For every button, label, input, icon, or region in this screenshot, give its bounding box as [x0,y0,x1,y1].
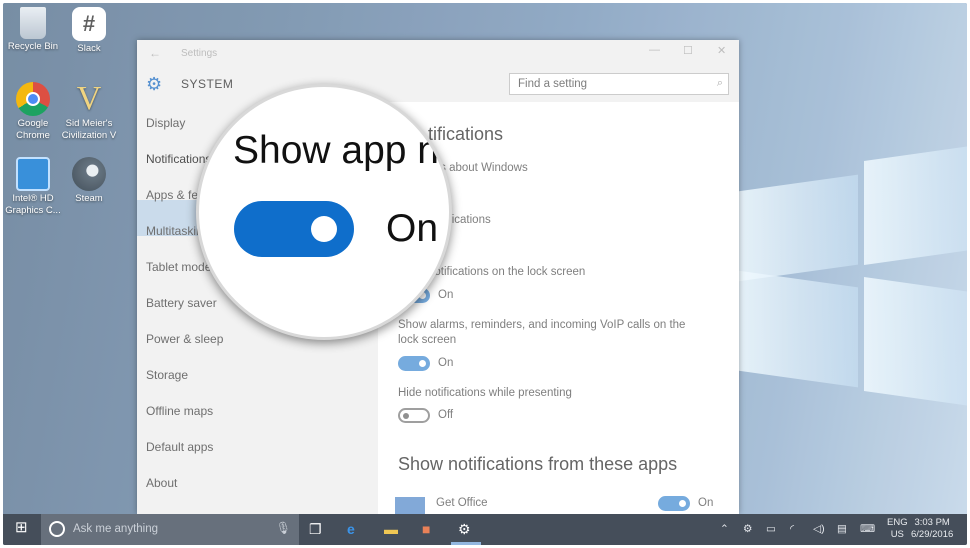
task-view-icon[interactable]: ❐ [309,521,322,537]
desktop-icon-label: Recycle Bin [7,41,59,52]
start-windows-icon[interactable]: ⊞ [15,520,28,536]
setting-state: On [438,357,454,369]
apps-section-heading: Show notifications from these apps [398,454,678,474]
clock[interactable]: 3:03 PM 6/29/2016 [911,517,953,541]
title-bar: ← Settings — ☐ ✕ [137,40,739,66]
settings-gear-icon[interactable]: ⚙ [458,521,471,537]
office-icon [395,497,425,514]
region-code: US [890,529,904,540]
desktop-icon-label: Sid Meier's Civilization V [61,118,117,141]
active-app-indicator [451,542,481,545]
app-name: Get Office [436,497,488,509]
microphone-icon[interactable]: 🎙 [276,521,291,535]
nav-item-display[interactable]: Display [146,116,185,130]
wifi-icon[interactable]: ◜ [790,523,794,535]
nav-item-about[interactable]: About [146,476,177,490]
alarms-toggle[interactable] [398,356,430,371]
nav-item-battery-saver[interactable]: Battery saver [146,296,217,310]
desktop-icon-slack[interactable]: # Slack [57,7,121,55]
nav-item-offline-maps[interactable]: Offline maps [146,404,213,418]
maximize-icon[interactable]: ☐ [683,44,693,57]
nav-item-storage[interactable]: Storage [146,368,188,382]
language-code: ENG [887,517,908,528]
clock-time: 3:03 PM [914,517,950,528]
desktop-icon-steam[interactable]: Steam [57,157,121,205]
show-hidden-icons[interactable]: ⌃ [720,523,729,535]
magnified-setting-label: Show app n [233,129,439,172]
app-state: On [698,497,714,509]
back-arrow-icon[interactable]: ← [149,46,161,60]
desktop-icon-label: Steam [75,193,103,204]
desktop-icon-label: Slack [77,43,101,54]
magnifier-callout: Show app n On [196,84,452,340]
clock-date: 6/29/2016 [911,529,954,540]
magnified-state: On [386,207,439,250]
battery-icon[interactable]: ▭ [766,523,776,535]
cortana-search-box[interactable]: Ask me anything 🎙 [41,514,299,545]
search-hint: Ask me anything [73,523,159,535]
desktop-icon-intel-graphics[interactable]: Intel® HD Graphics C... [3,157,65,217]
keyboard-icon[interactable]: ⌨ [860,523,875,535]
settings-tray-icon[interactable]: ⚙ [743,523,752,535]
civilization-icon: V [76,80,102,117]
get-office-toggle[interactable] [658,496,690,511]
action-center-icon[interactable]: ▤ [837,523,847,535]
chrome-icon [16,82,50,116]
setting-label: Show alarms, reminders, and incoming VoI… [398,319,686,346]
cortana-icon [49,521,65,537]
nav-item-tablet-mode[interactable]: Tablet mode [146,260,211,274]
volume-icon[interactable]: ◁) [813,523,825,535]
taskbar: ⊞ Ask me anything 🎙 ❐ e ▬ ■ ⚙ ⌃ ⚙ ▭ ◜ ◁)… [3,514,967,545]
page-title: tifications [428,124,504,144]
language-indicator[interactable]: ENG US [887,517,908,541]
find-setting-search[interactable]: ⌕ [509,73,729,95]
steam-icon [72,157,106,191]
setting-label: Hide notifications while presenting [398,387,572,399]
settings-header: ⚙ SYSTEM ⌕ [137,66,739,102]
hide-while-presenting-toggle[interactable] [398,408,430,423]
setting-label: notifications on the lock screen [428,266,586,278]
recycle-bin-icon [20,7,46,39]
desktop-icon-civilization[interactable]: V Sid Meier's Civilization V [57,82,121,142]
desktop-icon-recycle-bin[interactable]: Recycle Bin [3,7,65,53]
file-explorer-icon[interactable]: ▬ [384,521,398,537]
nav-item-apps-features[interactable]: Apps & fe [146,188,198,202]
desktop-icon-label: Google Chrome [16,118,50,141]
nav-item-default-apps[interactable]: Default apps [146,440,213,454]
desktop-icon-chrome[interactable]: Google Chrome [3,82,65,142]
search-input[interactable] [516,77,710,91]
window-title: Settings [181,48,218,59]
setting-state: Off [438,409,454,421]
slack-icon: # [72,7,106,41]
search-icon[interactable]: ⌕ [717,77,723,90]
nav-item-multitasking[interactable]: Multitaskin [146,224,203,238]
nav-item-notifications[interactable]: Notifications [146,152,211,166]
minimize-icon[interactable]: — [649,44,660,56]
close-icon[interactable]: ✕ [717,44,726,57]
gear-icon: ⚙ [146,74,163,94]
magnified-toggle[interactable] [234,201,354,257]
nav-item-power-sleep[interactable]: Power & sleep [146,332,223,346]
setting-state: On [438,289,454,301]
section-title: SYSTEM [181,77,234,91]
intel-graphics-icon [16,157,50,191]
desktop-icon-label: Intel® HD Graphics C... [5,193,61,216]
store-icon[interactable]: ■ [422,521,430,537]
screen-frame: Recycle Bin # Slack Google Chrome V Sid … [3,3,967,545]
windows-logo-wallpaper [738,144,967,408]
edge-icon[interactable]: e [347,521,355,537]
